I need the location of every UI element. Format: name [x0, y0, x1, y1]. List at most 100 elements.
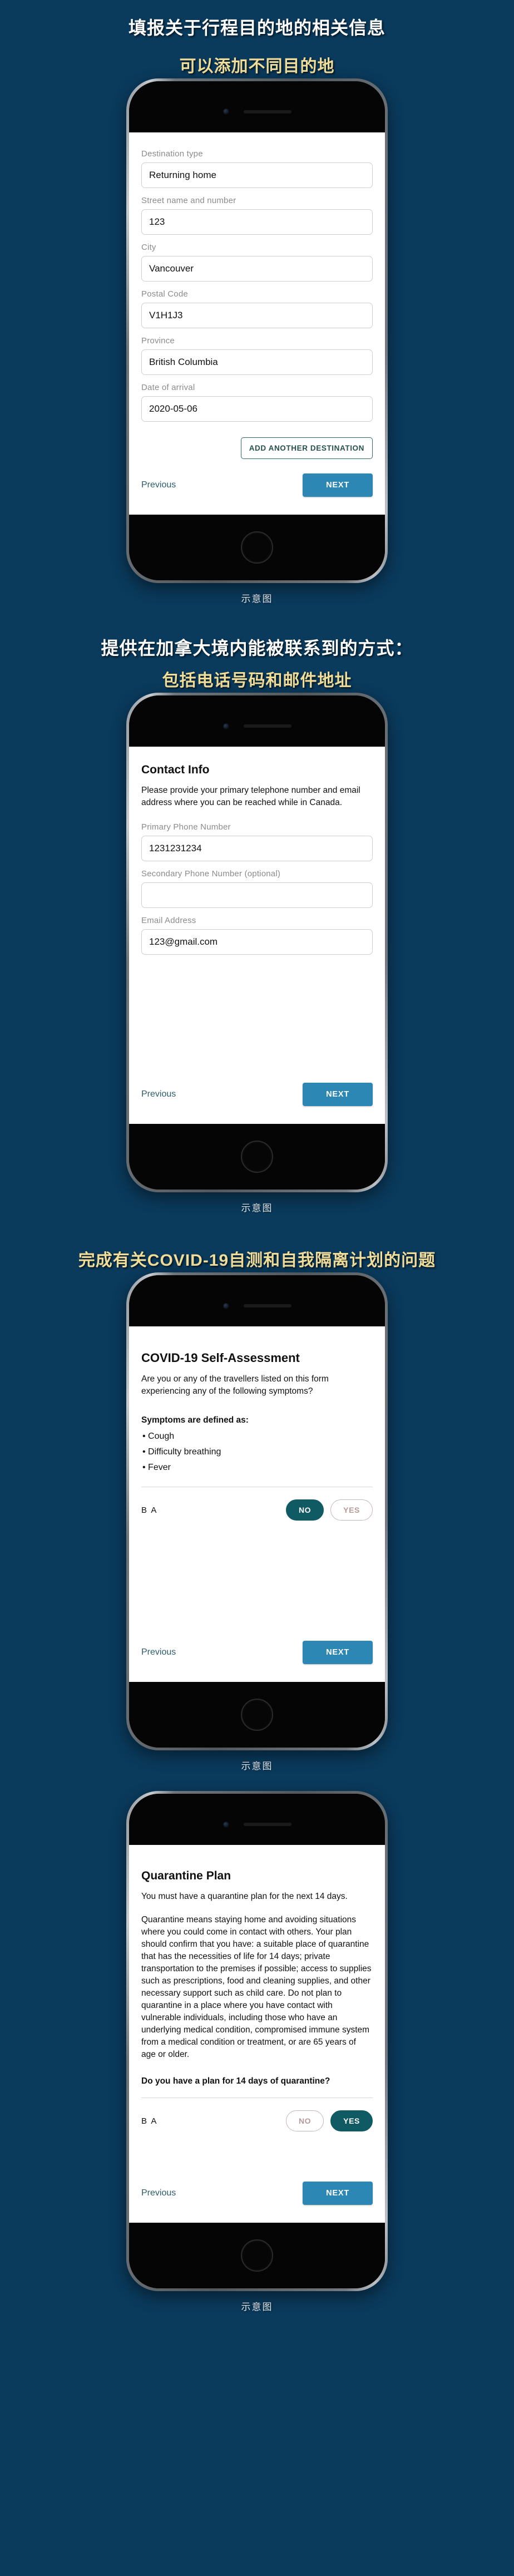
field-destination-type: Destination type Returning home	[141, 149, 373, 188]
yes-button[interactable]: YES	[330, 2110, 373, 2132]
field-secondary-phone: Secondary Phone Number (optional)	[141, 869, 373, 909]
section-contact-info: 提供在加拿大境内能被联系到的方式： 包括电话号码和邮件地址 Contact In…	[0, 605, 514, 1215]
section-covid-assessment: 完成有关COVID-19自测和自我隔离计划的问题 COVID-19 Self-A…	[0, 1214, 514, 1772]
section-1-heading-primary: 填报关于行程目的地的相关信息	[128, 18, 386, 38]
symptoms-list: Cough Difficulty breathing Fever	[141, 1428, 373, 1478]
next-button[interactable]: NEXT	[303, 2182, 373, 2205]
earpiece-speaker-icon	[243, 1823, 291, 1827]
caption-2: 示意图	[241, 1203, 273, 1214]
field-label: Date of arrival	[141, 382, 195, 392]
no-button[interactable]: NO	[285, 2110, 324, 2132]
quarantine-plan-title: Quarantine Plan	[141, 1869, 231, 1883]
traveller-initials: B A	[141, 1505, 158, 1515]
phone-4-top-bezel	[129, 1794, 385, 1845]
home-button-icon[interactable]	[241, 1699, 273, 1731]
previous-button[interactable]: Previous	[141, 1089, 176, 1099]
next-button[interactable]: NEXT	[303, 473, 373, 497]
street-input[interactable]: 123	[141, 209, 373, 235]
section-quarantine-plan: Quarantine Plan You must have a quaranti…	[0, 1772, 514, 2335]
front-camera-icon	[223, 108, 229, 115]
next-button[interactable]: NEXT	[303, 1083, 373, 1107]
home-button-icon[interactable]	[241, 1141, 273, 1173]
yes-no-toggle-group: NO YES	[285, 2110, 373, 2132]
field-label: Postal Code	[141, 289, 188, 299]
phone-3-bottom-bezel	[129, 1682, 385, 1748]
destination-type-input[interactable]: Returning home	[141, 162, 373, 188]
phone-mockup-3-wrapper: COVID-19 Self-Assessment Are you or any …	[0, 1272, 514, 1751]
field-label: Secondary Phone Number (optional)	[141, 869, 281, 879]
field-postal-code: Postal Code V1H1J3	[141, 289, 373, 328]
no-button[interactable]: NO	[285, 1499, 324, 1521]
phone-mockup-1: Destination type Returning home Street n…	[126, 78, 388, 583]
phone-4-body: Quarantine Plan You must have a quaranti…	[129, 1794, 385, 2289]
traveller-initials: B A	[141, 2116, 158, 2126]
phone-mockup-2-wrapper: Contact Info Please provide your primary…	[0, 693, 514, 1193]
list-item: Fever	[142, 1460, 373, 1475]
front-camera-icon	[223, 1302, 229, 1309]
postal-code-input[interactable]: V1H1J3	[141, 302, 373, 328]
add-another-destination-button[interactable]: ADD ANOTHER DESTINATION	[240, 437, 373, 459]
phone-1-screen: Destination type Returning home Street n…	[129, 132, 385, 515]
section-1-heading-secondary: 可以添加不同目的地	[179, 57, 335, 76]
field-label: Street name and number	[141, 195, 236, 205]
add-destination-row: ADD ANOTHER DESTINATION	[141, 430, 373, 459]
phone-3-body: COVID-19 Self-Assessment Are you or any …	[129, 1275, 385, 1748]
earpiece-speaker-icon	[243, 110, 291, 113]
caption-1: 示意图	[241, 593, 273, 604]
quarantine-paragraph-1: You must have a quarantine plan for the …	[141, 1892, 348, 1902]
caption-3: 示意图	[241, 1761, 273, 1772]
field-city: City Vancouver	[141, 243, 373, 282]
self-assessment-question: Are you or any of the travellers listed …	[141, 1374, 329, 1396]
phone-3-screen: COVID-19 Self-Assessment Are you or any …	[129, 1326, 385, 1682]
phone-mockup-3: COVID-19 Self-Assessment Are you or any …	[126, 1272, 388, 1751]
field-label: Primary Phone Number	[141, 822, 231, 832]
previous-button[interactable]: Previous	[141, 2188, 176, 2198]
phone-2-top-bezel	[129, 695, 385, 747]
symptoms-heading: Symptoms are defined as:	[141, 1415, 249, 1425]
phone-mockup-2: Contact Info Please provide your primary…	[126, 693, 388, 1193]
phone-2-blank-space	[141, 963, 373, 1068]
field-label: Province	[141, 335, 175, 346]
primary-phone-input[interactable]: 1231231234	[141, 836, 373, 862]
previous-button[interactable]: Previous	[141, 480, 176, 490]
phone-1-top-bezel	[129, 81, 385, 132]
secondary-phone-input[interactable]	[141, 882, 373, 909]
phone-3-blank-space	[141, 1521, 373, 1626]
phone-2-screen: Contact Info Please provide your primary…	[129, 747, 385, 1124]
phone-1-body: Destination type Returning home Street n…	[129, 81, 385, 580]
section-destination: 填报关于行程目的地的相关信息 可以添加不同目的地 Destination typ…	[0, 14, 514, 605]
phone-3-top-bezel	[129, 1275, 385, 1327]
quarantine-paragraph-2: Quarantine means staying home and avoidi…	[141, 1915, 372, 2060]
front-camera-icon	[223, 723, 229, 729]
earpiece-speaker-icon	[243, 1304, 291, 1308]
yes-button[interactable]: YES	[330, 1499, 373, 1521]
quarantine-answer-row: B A NO YES	[141, 2098, 373, 2132]
phone-4-nav-row: Previous NEXT	[141, 2167, 373, 2217]
phone-mockup-4-wrapper: Quarantine Plan You must have a quaranti…	[0, 1791, 514, 2292]
phone-mockup-4: Quarantine Plan You must have a quaranti…	[126, 1791, 388, 2292]
field-label: Email Address	[141, 916, 196, 926]
home-button-icon[interactable]	[241, 2239, 273, 2272]
phone-4-screen: Quarantine Plan You must have a quaranti…	[129, 1845, 385, 2223]
field-street: Street name and number 123	[141, 196, 373, 235]
previous-button[interactable]: Previous	[141, 1647, 176, 1657]
home-button-icon[interactable]	[241, 531, 273, 564]
date-of-arrival-input[interactable]: 2020-05-06	[141, 396, 373, 422]
province-input[interactable]: British Columbia	[141, 349, 373, 375]
phone-2-body: Contact Info Please provide your primary…	[129, 695, 385, 1190]
front-camera-icon	[223, 1821, 229, 1828]
self-assessment-answer-row: B A NO YES	[141, 1487, 373, 1521]
field-label: Destination type	[141, 149, 203, 159]
phone-1-nav-row: Previous NEXT	[141, 459, 373, 509]
infographic-page: 填报关于行程目的地的相关信息 可以添加不同目的地 Destination typ…	[0, 0, 514, 2576]
next-button[interactable]: NEXT	[303, 1641, 373, 1665]
phone-2-bottom-bezel	[129, 1124, 385, 1190]
email-address-input[interactable]: 123@gmail.com	[141, 929, 373, 955]
phone-2-nav-row: Previous NEXT	[141, 1068, 373, 1118]
phone-mockup-1-wrapper: Destination type Returning home Street n…	[0, 78, 514, 583]
contact-info-intro: Please provide your primary telephone nu…	[141, 786, 360, 808]
city-input[interactable]: Vancouver	[141, 255, 373, 282]
